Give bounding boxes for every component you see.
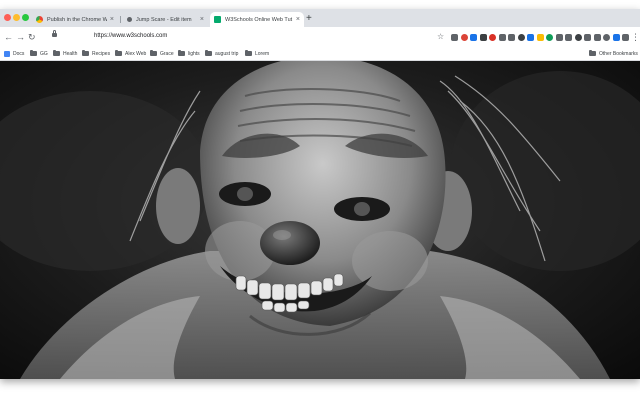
tab-w3schools[interactable]: W3Schools Online Web Tut × <box>210 12 304 27</box>
extension-icon[interactable] <box>489 34 496 41</box>
extension-icon[interactable] <box>584 34 591 41</box>
bookmark-folder-recipes[interactable]: Recipes <box>82 47 110 60</box>
folder-icon <box>30 50 37 56</box>
address-bar[interactable]: https://www.w3schools.com <box>41 29 441 44</box>
nose-highlight <box>273 230 291 240</box>
page-content <box>0 61 640 379</box>
bookmark-label: Lorem <box>255 50 270 57</box>
bookmark-folder-august-trip[interactable]: august trip <box>205 47 238 60</box>
extension-icon[interactable] <box>479 34 487 41</box>
folder-icon <box>589 50 596 56</box>
right-pupil <box>354 202 370 216</box>
extension-icon[interactable] <box>603 34 610 41</box>
bookmark-label: Grace <box>160 50 174 57</box>
lock-icon <box>52 30 57 37</box>
bookmark-label: Recipes <box>92 50 111 57</box>
bookmark-label: august trip <box>215 50 239 57</box>
extension-icon[interactable] <box>565 34 572 41</box>
extension-icon[interactable] <box>593 34 601 41</box>
folder-icon <box>205 50 212 56</box>
tab-chrome-web-store[interactable]: Publish in the Chrome Web Sto × <box>32 12 118 27</box>
bookmark-label: Alex Web <box>125 50 147 57</box>
extension-icon[interactable] <box>451 34 458 41</box>
bookmark-label: Docs <box>13 50 25 57</box>
maximize-window-button[interactable] <box>22 14 29 21</box>
chrome-icon <box>36 16 43 23</box>
extension-icon[interactable] <box>546 34 553 41</box>
folder-icon <box>150 50 157 56</box>
extension-icon[interactable] <box>470 34 477 41</box>
tab-title: Jump Scare - Edit item <box>136 16 192 23</box>
bookmarks-bar: Docs GG Health Recipes Alex Web Grace li… <box>0 47 640 61</box>
clown-nose <box>260 221 320 265</box>
extension-icon[interactable] <box>536 34 544 41</box>
apps-icon <box>4 50 10 57</box>
back-button[interactable]: ← <box>4 30 13 44</box>
extension-icon[interactable] <box>622 34 629 41</box>
folder-icon <box>245 50 252 56</box>
bookmark-docs[interactable]: Docs <box>4 47 24 60</box>
w3schools-icon <box>214 16 221 23</box>
close-tab-icon[interactable]: × <box>200 16 204 23</box>
toolbar: ← → ↻ https://www.w3schools.com ☆ ⋮ <box>0 27 640 47</box>
folder-icon <box>178 50 185 56</box>
bookmark-folder-lights[interactable]: lights <box>178 47 200 60</box>
tab-strip: Publish in the Chrome Web Sto × Jump Sca… <box>0 9 640 27</box>
tab-title: W3Schools Online Web Tut <box>225 16 293 23</box>
left-pupil <box>237 187 253 201</box>
left-ear <box>156 168 200 244</box>
reload-button[interactable]: ↻ <box>28 30 36 44</box>
extension-icon[interactable] <box>612 34 620 41</box>
extension-icon[interactable] <box>460 34 468 41</box>
bookmark-folder-grace[interactable]: Grace <box>150 47 174 60</box>
bookmark-label: lights <box>188 50 200 57</box>
extension-icon[interactable] <box>508 34 515 41</box>
bookmark-folder-lorem[interactable]: Lorem <box>245 47 269 60</box>
bookmark-folder-alex-web[interactable]: Alex Web <box>115 47 146 60</box>
folder-icon <box>53 50 60 56</box>
extension-icon[interactable] <box>498 34 506 41</box>
page-icon <box>127 17 132 22</box>
close-tab-icon[interactable]: × <box>110 16 114 23</box>
folder-icon <box>115 50 122 56</box>
tab-separator <box>120 16 121 23</box>
bookmark-label: Health <box>63 50 78 57</box>
extension-icon[interactable] <box>527 34 534 41</box>
forward-button[interactable]: → <box>16 30 25 44</box>
clown-mask-photo <box>0 61 640 379</box>
menu-icon[interactable]: ⋮ <box>631 30 640 44</box>
minimize-window-button[interactable] <box>13 14 20 21</box>
extension-icon[interactable] <box>574 34 582 41</box>
extension-icon[interactable] <box>517 34 525 41</box>
new-tab-button[interactable]: + <box>306 12 312 26</box>
other-bookmarks[interactable]: Other Bookmarks <box>589 47 638 60</box>
bookmark-star-icon[interactable]: ☆ <box>437 30 444 44</box>
close-window-button[interactable] <box>4 14 11 21</box>
tab-jump-scare[interactable]: Jump Scare - Edit item × <box>122 12 208 27</box>
extension-icon[interactable] <box>555 34 563 41</box>
close-tab-icon[interactable]: × <box>296 16 300 23</box>
background-blur <box>450 71 640 271</box>
bookmark-label: Other Bookmarks <box>599 50 638 57</box>
folder-icon <box>82 50 89 56</box>
browser-window: Publish in the Chrome Web Sto × Jump Sca… <box>0 9 640 379</box>
tab-title: Publish in the Chrome Web Sto <box>47 16 107 23</box>
url-text[interactable]: https://www.w3schools.com <box>94 29 167 44</box>
bookmark-folder-health[interactable]: Health <box>53 47 77 60</box>
bookmark-folder-gg[interactable]: GG <box>30 47 48 60</box>
bookmark-label: GG <box>40 50 48 57</box>
